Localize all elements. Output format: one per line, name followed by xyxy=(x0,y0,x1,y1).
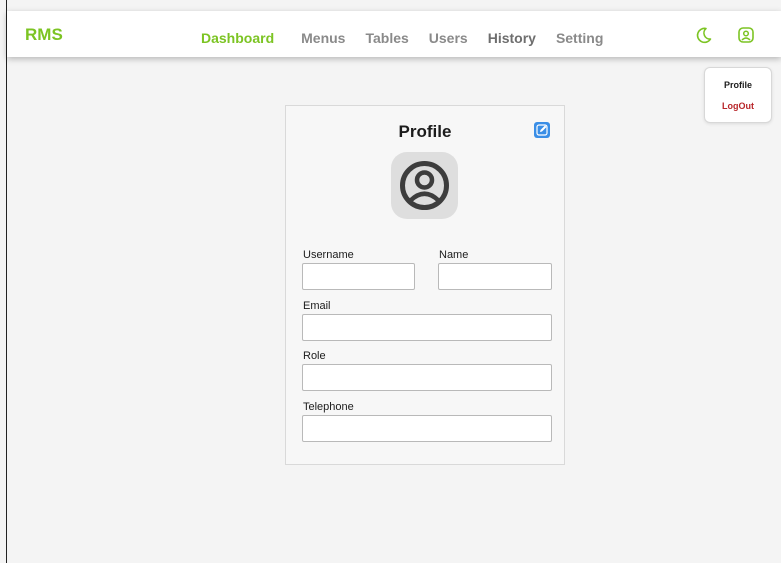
username-field[interactable] xyxy=(302,263,415,290)
main-nav: Dashboard Menus Tables Users History Set… xyxy=(201,30,623,46)
username-label: Username xyxy=(303,249,354,261)
window-edge xyxy=(6,0,7,563)
edit-icon xyxy=(536,124,548,136)
profile-title: Profile xyxy=(398,122,452,141)
dropdown-logout-item[interactable]: LogOut xyxy=(705,101,771,111)
telephone-label: Telephone xyxy=(303,401,354,413)
dropdown-profile-item[interactable]: Profile xyxy=(705,80,771,90)
nav-item-users[interactable]: Users xyxy=(429,30,468,46)
moon-icon[interactable] xyxy=(694,25,714,45)
edit-profile-button[interactable] xyxy=(534,122,550,138)
profile-card: Profile Username Name Email Role Telepho… xyxy=(285,105,565,465)
nav-item-tables[interactable]: Tables xyxy=(365,30,408,46)
name-label: Name xyxy=(439,249,469,261)
role-label: Role xyxy=(303,350,326,362)
profile-dropdown: Profile LogOut xyxy=(704,67,772,123)
brand-logo[interactable]: RMS xyxy=(25,25,63,45)
nav-item-history[interactable]: History xyxy=(488,30,536,46)
user-circle-icon xyxy=(400,161,449,210)
telephone-field[interactable] xyxy=(302,415,552,442)
avatar xyxy=(391,152,458,219)
nav-item-menus[interactable]: Menus xyxy=(301,30,345,46)
nav-item-setting[interactable]: Setting xyxy=(556,30,603,46)
user-circle-icon[interactable] xyxy=(736,25,756,45)
nav-item-dashboard[interactable]: Dashboard xyxy=(201,30,274,46)
email-field[interactable] xyxy=(302,314,552,341)
top-navbar: RMS Dashboard Menus Tables Users History… xyxy=(7,11,781,57)
email-label: Email xyxy=(303,300,331,312)
name-field[interactable] xyxy=(438,263,552,290)
role-field[interactable] xyxy=(302,364,552,391)
